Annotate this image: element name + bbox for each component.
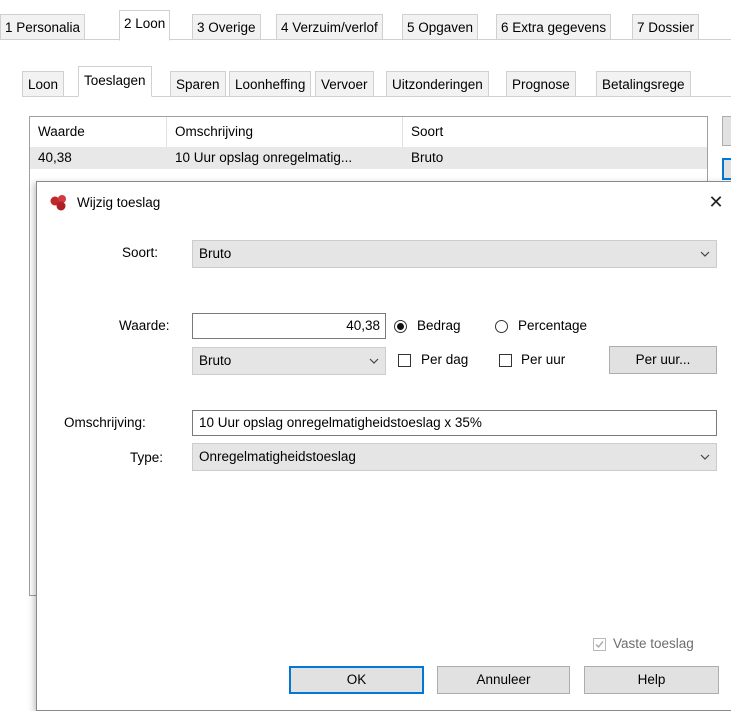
chevron-down-icon [700, 251, 710, 257]
omschrijving-value: 10 Uur opslag onregelmatigheidstoeslag x… [199, 415, 482, 430]
subtab-betalingsregeling[interactable]: Betalingsrege [596, 71, 691, 97]
tab-personalia[interactable]: 1 Personalia [0, 14, 86, 40]
omschrijving-label: Omschrijving: [64, 415, 146, 430]
main-tab-strip: 1 Personalia 2 Loon 3 Overige 4 Verzuim/… [0, 10, 731, 41]
chevron-down-icon [700, 454, 710, 460]
bruto-value: Bruto [199, 353, 232, 368]
cell-waarde: 40,38 [38, 150, 72, 165]
tab-opgaven[interactable]: 5 Opgaven [402, 14, 479, 40]
subtab-vervoer[interactable]: Vervoer [315, 71, 374, 97]
help-button[interactable]: Help [584, 666, 719, 694]
cell-soort: Bruto [411, 150, 444, 165]
subtab-loon[interactable]: Loon [22, 71, 65, 97]
per-uur-button[interactable]: Per uur... [609, 346, 717, 374]
chevron-down-icon [369, 358, 379, 364]
app-logo-icon [50, 195, 66, 211]
close-icon[interactable]: ✕ [705, 188, 727, 216]
waarde-input[interactable]: 40,38 [192, 313, 386, 339]
vaste-toeslag-label: Vaste toeslag [613, 636, 694, 651]
ok-button[interactable]: OK [289, 666, 424, 694]
column-header-omschrijving[interactable]: Omschrijving [167, 117, 403, 147]
tab-extra-gegevens[interactable]: 6 Extra gegevens [496, 14, 612, 40]
subtab-toeslagen[interactable]: Toeslagen [78, 66, 152, 97]
subtab-loonheffing[interactable]: Loonheffing [229, 71, 312, 97]
bedrag-radio[interactable] [394, 320, 407, 333]
per-dag-label[interactable]: Per dag [421, 352, 468, 367]
waarde-label: Waarde: [119, 318, 170, 333]
column-header-waarde[interactable]: Waarde [30, 117, 167, 147]
type-label: Type: [130, 450, 164, 465]
per-uur-checkbox[interactable] [499, 354, 512, 367]
dialog-titlebar: Wijzig toeslag ✕ [37, 182, 731, 226]
dialog-title: Wijzig toeslag [77, 195, 161, 210]
checkmark-icon [595, 641, 604, 649]
soort-value: Bruto [199, 246, 232, 261]
omschrijving-input[interactable]: 10 Uur opslag onregelmatigheidstoeslag x… [192, 410, 717, 436]
type-select[interactable]: Onregelmatigheidstoeslag [192, 443, 717, 471]
subtab-prognose[interactable]: Prognose [506, 71, 576, 97]
annuleer-button[interactable]: Annuleer [437, 666, 570, 694]
waarde-value: 40,38 [346, 318, 380, 333]
percentage-radio[interactable] [495, 320, 508, 333]
vaste-toeslag-checkbox[interactable] [593, 638, 606, 651]
soort-select[interactable]: Bruto [192, 240, 717, 268]
cell-omschrijving: 10 Uur opslag onregelmatig... [175, 150, 353, 165]
side-button-focused[interactable] [722, 158, 731, 180]
tab-loon[interactable]: 2 Loon [119, 10, 171, 41]
tab-verzuim-verlof[interactable]: 4 Verzuim/verlof [276, 14, 383, 40]
subtab-uitzonderingen[interactable]: Uitzonderingen [386, 71, 489, 97]
wijzig-toeslag-dialog: Wijzig toeslag ✕ Soort: Bruto Waarde: 40… [36, 181, 731, 711]
subtab-sparen[interactable]: Sparen [170, 71, 226, 97]
tab-overige[interactable]: 3 Overige [192, 14, 261, 40]
bedrag-radio-label[interactable]: Bedrag [417, 318, 461, 333]
percentage-radio-label[interactable]: Percentage [518, 318, 587, 333]
type-value: Onregelmatigheidstoeslag [199, 449, 356, 464]
tab-dossier[interactable]: 7 Dossier [632, 14, 700, 40]
per-dag-checkbox[interactable] [398, 354, 411, 367]
table-row[interactable] [30, 147, 707, 169]
bruto-select[interactable]: Bruto [192, 347, 386, 375]
per-uur-label[interactable]: Per uur [521, 352, 565, 367]
soort-label: Soort: [122, 245, 159, 260]
column-header-soort[interactable]: Soort [403, 117, 707, 147]
side-button-top[interactable] [722, 116, 731, 146]
